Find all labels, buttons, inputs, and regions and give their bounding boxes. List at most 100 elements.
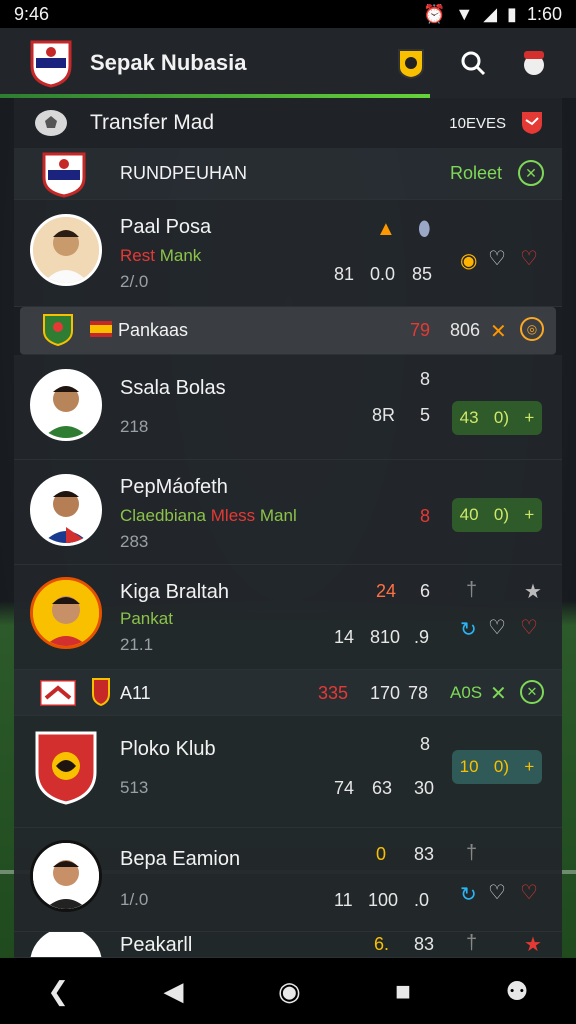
group-name: RUNDPEUHAN bbox=[120, 163, 248, 183]
heart-icon[interactable]: ♡ bbox=[520, 880, 538, 905]
close-circle-icon[interactable]: ✕ bbox=[520, 680, 544, 704]
refresh-icon[interactable]: ↻ bbox=[460, 882, 477, 907]
group-action-label[interactable]: A0S bbox=[450, 683, 482, 703]
player-age: 283 bbox=[120, 532, 149, 551]
player-row[interactable]: Paal Posa Rest Mank 2/.0 ▲ ⬮ 81 0.0 85 ◉… bbox=[14, 200, 562, 307]
cross-swords-icon[interactable]: ✕ bbox=[490, 319, 507, 344]
spain-flag-icon bbox=[90, 321, 112, 337]
player-row[interactable]: Ssala Bolas 218 8 8R 5 43 0) + bbox=[14, 355, 562, 460]
back-chevron-icon[interactable]: ❮ bbox=[47, 976, 69, 1007]
heart-outline-icon[interactable]: ♡ bbox=[488, 880, 506, 905]
group-name: Pankaas bbox=[118, 320, 189, 340]
stat-1: 11 bbox=[334, 890, 353, 910]
player-avatar bbox=[30, 474, 102, 546]
stat-2: 5 bbox=[420, 405, 431, 425]
club-part-c: Manl bbox=[259, 506, 297, 525]
player-row[interactable]: PepMáofeth Claedbiana Mless Manl 283 8 4… bbox=[14, 460, 562, 565]
player-avatar bbox=[30, 214, 102, 286]
club-part-b: Mank bbox=[159, 246, 202, 265]
plus-icon[interactable]: † bbox=[466, 579, 477, 602]
club-crest-icon[interactable] bbox=[28, 38, 74, 88]
player-age: 218 bbox=[120, 417, 149, 436]
stat-2: 0.0 bbox=[370, 264, 396, 284]
player-name: Ssala Bolas bbox=[120, 377, 226, 399]
heart-icon[interactable]: ♡ bbox=[520, 615, 538, 640]
stat-1: 14 bbox=[334, 627, 355, 647]
star-icon[interactable]: ★ bbox=[524, 579, 542, 604]
group-stat-1: 335 bbox=[318, 683, 349, 703]
player-avatar bbox=[30, 369, 102, 441]
status-bar: 9:46 ⏰ ▼ ◢ ▮ 1:60 bbox=[0, 0, 576, 28]
plus-icon[interactable]: † bbox=[466, 932, 477, 955]
club-part-a: Rest bbox=[120, 246, 155, 265]
close-circle-icon[interactable]: ✕ bbox=[518, 160, 544, 186]
group-header-row[interactable]: A11 335 170 78 A0S ✕ ✕ bbox=[14, 670, 562, 716]
rating-value: 10 bbox=[459, 757, 479, 776]
stat-top: 8 bbox=[420, 369, 431, 389]
group-header-row[interactable]: RUNDPEUHAN Roleet ✕ bbox=[14, 148, 562, 200]
cross-icon[interactable]: ✕ bbox=[490, 681, 507, 706]
app-bar: Sepak Nubasia bbox=[0, 28, 576, 98]
player-row[interactable]: Bepa Eamion 1/.0 0 83 11 100 .0 † ↻ ♡ ♡ bbox=[14, 828, 562, 932]
football-icon[interactable] bbox=[32, 108, 70, 138]
refresh-icon[interactable]: ↻ bbox=[460, 617, 477, 642]
star-icon[interactable]: ★ bbox=[524, 932, 542, 957]
group-stat-1: 79 bbox=[410, 320, 431, 340]
shield-badge-icon[interactable] bbox=[520, 110, 544, 136]
stat-3: 30 bbox=[414, 778, 435, 798]
profile-mascot-icon[interactable] bbox=[520, 48, 548, 78]
rating-pill[interactable]: 40 0) + bbox=[452, 498, 542, 532]
player-name: Kiga Braltah bbox=[120, 581, 229, 603]
stat-top-b: 83 bbox=[414, 934, 435, 954]
heart-icon[interactable]: ♡ bbox=[520, 246, 538, 271]
group-action-label[interactable]: Roleet bbox=[450, 163, 502, 184]
add-icon: + bbox=[524, 505, 535, 524]
player-row[interactable]: Kiga Braltah Pankat 21.1 24 6 14 810 .9 … bbox=[14, 565, 562, 670]
app-title: Sepak Nubasia bbox=[90, 50, 247, 75]
system-nav-bar: ❮ ◀ ◉ ■ ⚉ bbox=[0, 958, 576, 1024]
search-icon[interactable] bbox=[460, 50, 486, 76]
group-header-row[interactable]: Pankaas 79 806 ✕ ◎ bbox=[20, 307, 556, 355]
heart-outline-icon[interactable]: ♡ bbox=[488, 615, 506, 640]
rating-pill[interactable]: 43 0) + bbox=[452, 401, 542, 435]
player-portrait-icon bbox=[33, 477, 99, 543]
group-stat-2: 806 bbox=[450, 320, 481, 340]
target-icon[interactable]: ◉ bbox=[460, 248, 477, 273]
player-age: 1/.0 bbox=[120, 890, 149, 909]
wifi-icon: ▼ bbox=[455, 3, 474, 24]
club-part-b: Mless bbox=[210, 506, 256, 525]
assistant-icon[interactable]: ⚉ bbox=[505, 976, 528, 1007]
status-clock-right: 1:60 bbox=[526, 3, 562, 24]
player-age: 21.1 bbox=[120, 635, 154, 654]
player-avatar bbox=[30, 840, 102, 912]
plus-icon[interactable]: † bbox=[466, 842, 477, 865]
sub-header-title: Transfer Mad bbox=[90, 111, 215, 134]
coin-icon[interactable]: ◎ bbox=[520, 317, 544, 341]
rating-pill[interactable]: 10 0) + bbox=[452, 750, 542, 784]
home-circle-icon[interactable]: ◉ bbox=[278, 976, 301, 1007]
player-age: 2/.0 bbox=[120, 272, 149, 291]
sub-header-meta: 10EVES bbox=[449, 114, 506, 132]
stat-top-a: 0 bbox=[376, 844, 387, 864]
trophy-badge-icon[interactable] bbox=[396, 47, 426, 79]
player-name: Paal Posa bbox=[120, 216, 212, 238]
recents-square-icon[interactable]: ■ bbox=[395, 976, 411, 1007]
player-row[interactable]: Ploko Klub 513 8 74 63 30 10 0) + bbox=[14, 716, 562, 828]
stat-top-a: 24 bbox=[376, 581, 397, 601]
status-icons: ⏰ ▼ ◢ ▮ 1:60 bbox=[423, 4, 562, 25]
stat-1: 8R bbox=[372, 405, 396, 425]
rating-sub: 0) bbox=[493, 408, 510, 427]
rating-value: 40 bbox=[459, 505, 479, 524]
heart-outline-icon[interactable]: ♡ bbox=[488, 246, 506, 271]
stat-2: 63 bbox=[372, 778, 393, 798]
stat-2: 810 bbox=[370, 627, 401, 647]
add-icon: + bbox=[524, 757, 535, 776]
player-row[interactable]: Peakarll 6. 83 † ★ bbox=[14, 932, 562, 958]
back-triangle-icon[interactable]: ◀ bbox=[164, 976, 184, 1007]
club-crest-icon bbox=[42, 152, 86, 198]
stat-3: .0 bbox=[414, 890, 430, 910]
player-name: Ploko Klub bbox=[120, 738, 216, 760]
stat-top: 8 bbox=[420, 506, 431, 526]
club-crest-icon bbox=[92, 678, 110, 706]
sub-header: Transfer Mad 10EVES bbox=[14, 98, 562, 148]
